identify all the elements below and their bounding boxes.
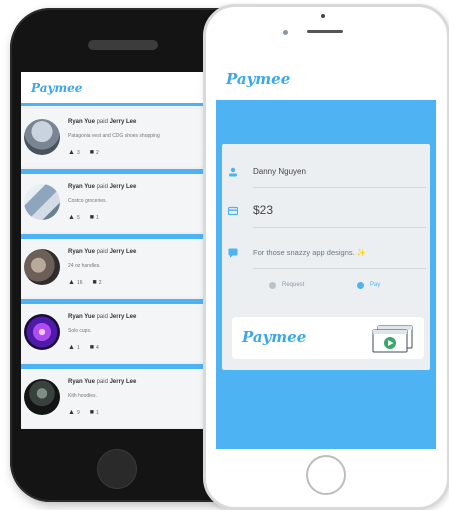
video-play-icon[interactable] <box>372 325 414 353</box>
comment-icon[interactable]: ■ <box>93 279 97 286</box>
feed-item[interactable]: Ryan Yue paid Jerry Lee Patagonia vest a… <box>21 109 229 174</box>
pay-app-bar: Paymee <box>216 58 436 100</box>
recipient-name: Danny Nguyen <box>253 167 306 176</box>
request-pay-toggle: Request Pay <box>222 275 430 301</box>
recipient-field[interactable]: Danny Nguyen <box>222 158 430 188</box>
feed-item-actions: ▲ 5 ■ 1 <box>68 214 99 221</box>
comment-icon[interactable]: ■ <box>90 344 94 351</box>
home-button-dark[interactable] <box>97 449 137 489</box>
comment-icon[interactable]: ■ <box>90 409 94 416</box>
feed-item[interactable]: Ryan Yue paid Jerry Lee Solo cups. ▲ 1 ■ 4 <box>21 304 229 369</box>
person-icon <box>229 167 237 177</box>
comment-icon[interactable]: ■ <box>90 214 94 221</box>
feed-item-title: Ryan Yue paid Jerry Lee <box>68 249 137 255</box>
feed-screen: Paymee Ryan Yue paid Jerry Lee Patagonia… <box>21 72 229 429</box>
feed-item[interactable]: Ryan Yue paid Jerry Lee Costco groceries… <box>21 174 229 239</box>
brand-banner: Paymee <box>232 317 424 359</box>
avatar <box>24 379 60 415</box>
thumbs-up-icon[interactable]: ▲ <box>68 344 75 351</box>
thumbs-up-icon[interactable]: ▲ <box>68 214 75 221</box>
earpiece-speaker <box>307 30 343 33</box>
comment-icon[interactable]: ■ <box>90 149 94 156</box>
card-icon <box>228 206 238 216</box>
thumbs-up-icon[interactable]: ▲ <box>68 279 75 286</box>
avatar <box>24 119 60 155</box>
field-underline <box>253 227 426 228</box>
feed-item-title: Ryan Yue paid Jerry Lee <box>68 379 137 385</box>
feed-item[interactable]: Ryan Yue paid Jerry Lee 24 oz handles. ▲… <box>21 239 229 304</box>
memo-text: For those snazzy app designs. ✨ <box>253 248 367 257</box>
avatar <box>24 184 60 220</box>
feed-item-note: 24 oz handles. <box>68 263 101 269</box>
feed-item-note: Patagonia vest and CDG shoes shopping <box>68 133 160 139</box>
front-camera <box>283 30 288 35</box>
feed-item-actions: ▲ 9 ■ 1 <box>68 409 99 416</box>
feed-brand-logo: Paymee <box>31 81 83 95</box>
feed-item-title: Ryan Yue paid Jerry Lee <box>68 119 137 125</box>
feed-item-note: Solo cups. <box>68 328 92 334</box>
amount-field[interactable]: $23 <box>222 194 430 228</box>
pay-radio[interactable] <box>357 282 364 289</box>
proximity-sensor <box>321 14 325 18</box>
feed-item-note: Kith hoodies. <box>68 393 97 399</box>
feed-item-note: Costco groceries. <box>68 198 107 204</box>
feed-item[interactable]: Ryan Yue paid Jerry Lee Kith hoodies. ▲ 9… <box>21 369 229 427</box>
memo-field[interactable]: For those snazzy app designs. ✨ <box>222 239 430 269</box>
thumbs-up-icon[interactable]: ▲ <box>68 409 75 416</box>
request-radio[interactable] <box>269 282 276 289</box>
field-underline <box>253 268 426 269</box>
thumbs-up-icon[interactable]: ▲ <box>68 149 75 156</box>
message-icon <box>228 248 238 258</box>
feed-item-actions: ▲ 1 ■ 4 <box>68 344 99 351</box>
feed-item-title: Ryan Yue paid Jerry Lee <box>68 184 137 190</box>
avatar <box>24 249 60 285</box>
request-label[interactable]: Request <box>282 282 304 288</box>
avatar <box>24 314 60 350</box>
feed-item-title: Ryan Yue paid Jerry Lee <box>68 314 137 320</box>
footer-brand-logo: Paymee <box>242 328 307 346</box>
feed-app-bar: Paymee <box>21 72 229 106</box>
amount-value: $23 <box>253 203 274 217</box>
pay-screen: Paymee Danny Nguyen $23 For those snazzy… <box>216 58 436 449</box>
payment-form: Danny Nguyen $23 For those snazzy app de… <box>222 144 430 370</box>
home-button-light[interactable] <box>306 455 346 495</box>
field-underline <box>253 187 426 188</box>
feed-item-actions: ▲ 16 ■ 2 <box>68 279 102 286</box>
feed-item-actions: ▲ 3 ■ 2 <box>68 149 99 156</box>
pay-label[interactable]: Pay <box>370 282 380 288</box>
speaker-grille <box>88 40 158 50</box>
pay-brand-logo: Paymee <box>226 70 291 88</box>
